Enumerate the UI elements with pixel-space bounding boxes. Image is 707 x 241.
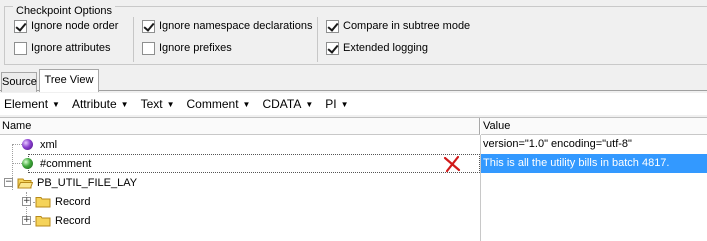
folder-open-icon: [17, 178, 33, 188]
tabs-divider: [0, 90, 707, 91]
checkpoint-options-group: Checkpoint Options Ignore node order Ign…: [4, 6, 707, 65]
comment-node-icon: [22, 158, 33, 169]
checkbox-box[interactable]: [14, 41, 27, 55]
checkbox-box[interactable]: [326, 19, 339, 33]
attribute-menu-label: Attribute: [71, 97, 117, 111]
dropdown-arrow-icon: ▼: [305, 99, 314, 109]
row-name-cell[interactable]: + Record: [22, 192, 90, 211]
row-name: Record: [55, 214, 91, 227]
row-name-cell[interactable]: + Record: [22, 211, 90, 230]
row-value-cell[interactable]: This is all the utility bills in batch 4…: [481, 154, 707, 173]
tab-source[interactable]: Source: [1, 72, 37, 92]
compare-in-subtree-mode-checkbox[interactable]: Compare in subtree mode: [326, 18, 470, 34]
table-row[interactable]: + Record: [0, 211, 707, 230]
dropdown-arrow-icon: ▼: [340, 99, 349, 109]
row-name: Record: [55, 195, 91, 208]
dropdown-arrow-icon: ▼: [52, 99, 60, 109]
row-name: xml: [40, 138, 58, 151]
checkbox-box[interactable]: [14, 19, 27, 33]
table-row-selected[interactable]: #comment This is all the utility bills i…: [0, 154, 707, 173]
cdata-menu[interactable]: CDATA ▼: [262, 97, 313, 111]
ignore-prefixes-label: Ignore prefixes: [159, 42, 232, 54]
row-name-cell[interactable]: xml: [22, 135, 57, 154]
comment-menu[interactable]: Comment ▼: [187, 97, 251, 111]
pi-menu[interactable]: PI ▼: [325, 97, 348, 111]
folder-icon: [35, 196, 51, 207]
cdata-menu-label: CDATA: [262, 97, 302, 111]
name-column-header[interactable]: Name: [0, 118, 480, 135]
ignore-prefixes-checkbox[interactable]: Ignore prefixes: [142, 40, 232, 56]
row-name: #comment: [40, 157, 92, 170]
expand-plus-icon[interactable]: +: [22, 197, 31, 206]
text-menu-label: Text: [140, 97, 163, 111]
table-row[interactable]: + Record: [0, 192, 707, 211]
ignore-namespace-declarations-checkbox[interactable]: Ignore namespace declarations: [142, 18, 312, 34]
dropdown-arrow-icon: ▼: [166, 99, 175, 109]
attribute-menu[interactable]: Attribute ▼: [72, 97, 129, 111]
checkbox-box[interactable]: [142, 19, 155, 33]
ignore-namespace-declarations-label: Ignore namespace declarations: [159, 20, 313, 32]
compare-in-subtree-mode-label: Compare in subtree mode: [343, 20, 471, 32]
extended-logging-checkbox[interactable]: Extended logging: [326, 40, 428, 56]
options-separator: [317, 17, 318, 62]
text-menu[interactable]: Text ▼: [141, 97, 175, 111]
element-menu-label: Element: [4, 97, 49, 111]
folder-icon: [35, 215, 51, 226]
ignore-attributes-checkbox[interactable]: Ignore attributes: [14, 40, 111, 56]
checkbox-box[interactable]: [142, 41, 155, 55]
pi-menu-label: PI: [325, 97, 337, 111]
dropdown-arrow-icon: ▼: [120, 99, 129, 109]
table-row[interactable]: xml version="1.0" encoding="utf-8": [0, 135, 707, 154]
table-row[interactable]: − PB_UTIL_FILE_LAY: [0, 173, 707, 192]
xml-tree-table: Name Value xml version="1.0" encoding="u…: [0, 117, 707, 241]
row-name-cell[interactable]: − PB_UTIL_FILE_LAY: [4, 173, 137, 192]
expand-plus-icon[interactable]: +: [22, 216, 31, 225]
element-menu[interactable]: Element ▼: [4, 97, 60, 111]
checkbox-box[interactable]: [326, 41, 339, 55]
options-separator: [133, 17, 134, 62]
value-column-header[interactable]: Value: [481, 118, 707, 135]
tree-toolbar: Element ▼ Attribute ▼ Text ▼ Comment ▼ CDATA…: [0, 93, 707, 115]
tab-tree-view[interactable]: Tree View: [39, 69, 99, 92]
dropdown-arrow-icon: ▼: [242, 99, 251, 109]
comment-menu-label: Comment: [186, 97, 239, 111]
delete-x-icon[interactable]: [443, 155, 461, 173]
row-name-cell[interactable]: #comment: [22, 154, 91, 173]
ignore-attributes-label: Ignore attributes: [31, 42, 111, 54]
row-name: PB_UTIL_FILE_LAY: [37, 176, 138, 189]
processing-instruction-icon: [22, 139, 33, 150]
collapse-minus-icon[interactable]: −: [4, 178, 13, 187]
ignore-node-order-checkbox[interactable]: Ignore node order: [14, 18, 118, 34]
row-value-cell[interactable]: version="1.0" encoding="utf-8": [481, 135, 707, 154]
extended-logging-label: Extended logging: [343, 42, 429, 54]
ignore-node-order-label: Ignore node order: [31, 20, 119, 32]
selection-focus-rect: [28, 154, 480, 173]
checkpoint-options-title: Checkpoint Options: [13, 6, 115, 17]
